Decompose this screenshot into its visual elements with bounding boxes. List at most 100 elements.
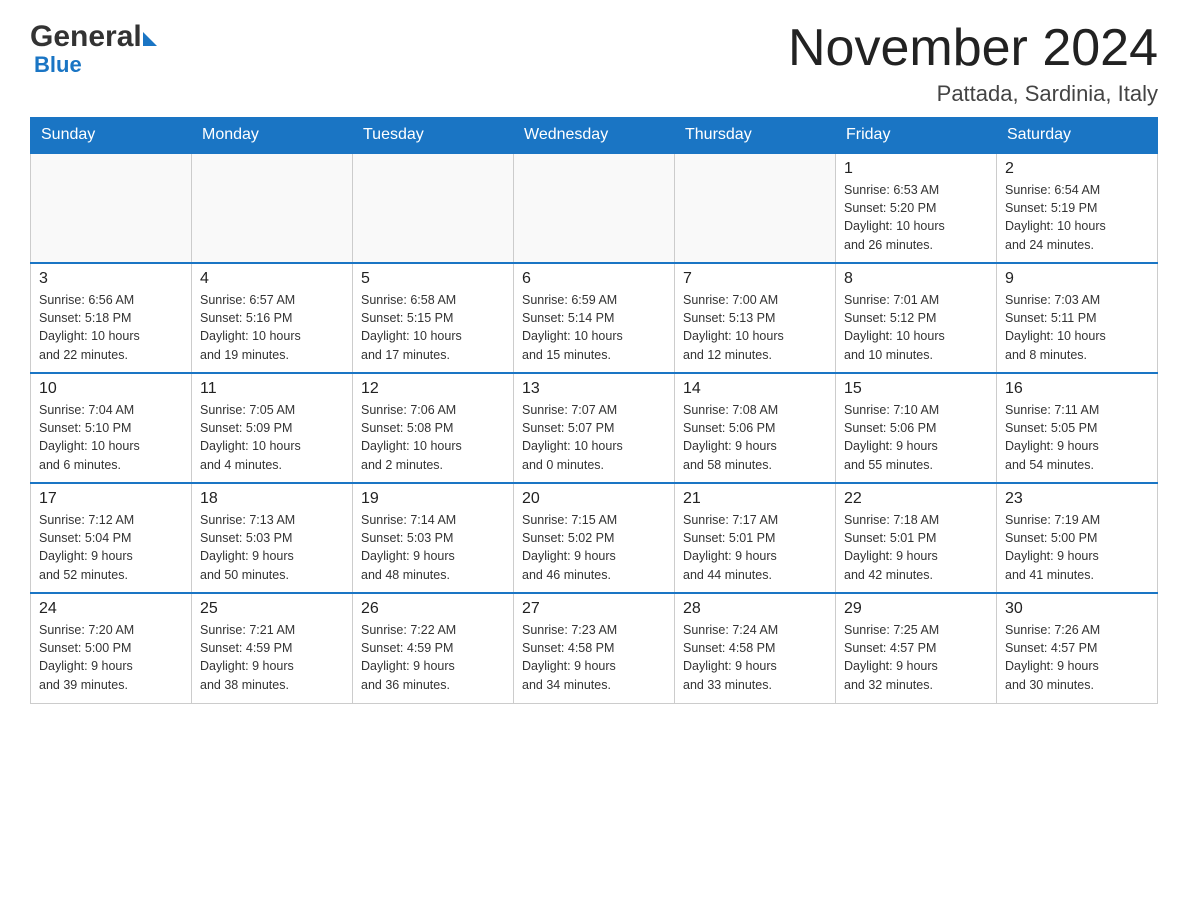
day-number: 16	[1005, 380, 1149, 398]
calendar-cell: 24 Sunrise: 7:20 AM Sunset: 5:00 PM Dayli…	[31, 593, 192, 703]
day-info: Sunrise: 6:54 AM Sunset: 5:19 PM Dayligh…	[1005, 181, 1149, 254]
day-info: Sunrise: 6:53 AM Sunset: 5:20 PM Dayligh…	[844, 181, 988, 254]
day-number: 26	[361, 600, 505, 618]
day-info: Sunrise: 7:10 AM Sunset: 5:06 PM Dayligh…	[844, 401, 988, 474]
calendar-cell: 16 Sunrise: 7:11 AM Sunset: 5:05 PM Dayli…	[997, 373, 1158, 483]
calendar-week-2: 3 Sunrise: 6:56 AM Sunset: 5:18 PM Daylig…	[31, 263, 1158, 373]
logo-blue-text: Blue	[30, 52, 82, 78]
calendar-cell: 30 Sunrise: 7:26 AM Sunset: 4:57 PM Dayli…	[997, 593, 1158, 703]
day-info: Sunrise: 6:57 AM Sunset: 5:16 PM Dayligh…	[200, 291, 344, 364]
day-number: 29	[844, 600, 988, 618]
day-number: 2	[1005, 160, 1149, 178]
calendar-cell: 25Sunrise: 7:21 AM Sunset: 4:59 PM Dayli…	[192, 593, 353, 703]
day-number: 3	[39, 270, 183, 288]
day-info: Sunrise: 7:00 AM Sunset: 5:13 PM Dayligh…	[683, 291, 827, 364]
day-info: Sunrise: 7:24 AM Sunset: 4:58 PM Dayligh…	[683, 621, 827, 694]
title-area: November 2024 Pattada, Sardinia, Italy	[788, 20, 1158, 107]
day-info: Sunrise: 7:21 AM Sunset: 4:59 PM Dayligh…	[200, 621, 344, 694]
calendar-cell: 27 Sunrise: 7:23 AM Sunset: 4:58 PM Dayli…	[514, 593, 675, 703]
day-number: 13	[522, 380, 666, 398]
day-info: Sunrise: 7:25 AM Sunset: 4:57 PM Dayligh…	[844, 621, 988, 694]
day-number: 9	[1005, 270, 1149, 288]
weekday-header-monday: Monday	[192, 118, 353, 154]
month-title: November 2024	[788, 20, 1158, 77]
calendar-cell: 1 Sunrise: 6:53 AM Sunset: 5:20 PM Daylig…	[836, 153, 997, 263]
day-info: Sunrise: 7:01 AM Sunset: 5:12 PM Dayligh…	[844, 291, 988, 364]
weekday-header-sunday: Sunday	[31, 118, 192, 154]
day-info: Sunrise: 7:05 AM Sunset: 5:09 PM Dayligh…	[200, 401, 344, 474]
calendar-cell: 4Sunrise: 6:57 AM Sunset: 5:16 PM Daylig…	[192, 263, 353, 373]
calendar-cell	[31, 153, 192, 263]
day-number: 27	[522, 600, 666, 618]
day-info: Sunrise: 6:59 AM Sunset: 5:14 PM Dayligh…	[522, 291, 666, 364]
day-number: 12	[361, 380, 505, 398]
calendar-cell: 15Sunrise: 7:10 AM Sunset: 5:06 PM Dayli…	[836, 373, 997, 483]
calendar-cell: 9 Sunrise: 7:03 AM Sunset: 5:11 PM Daylig…	[997, 263, 1158, 373]
day-number: 6	[522, 270, 666, 288]
day-info: Sunrise: 7:03 AM Sunset: 5:11 PM Dayligh…	[1005, 291, 1149, 364]
calendar-cell: 14 Sunrise: 7:08 AM Sunset: 5:06 PM Dayli…	[675, 373, 836, 483]
day-number: 10	[39, 380, 183, 398]
day-info: Sunrise: 6:58 AM Sunset: 5:15 PM Dayligh…	[361, 291, 505, 364]
day-info: Sunrise: 7:11 AM Sunset: 5:05 PM Dayligh…	[1005, 401, 1149, 474]
logo: General Blue	[30, 20, 157, 78]
day-info: Sunrise: 7:22 AM Sunset: 4:59 PM Dayligh…	[361, 621, 505, 694]
day-info: Sunrise: 7:26 AM Sunset: 4:57 PM Dayligh…	[1005, 621, 1149, 694]
calendar-cell: 22Sunrise: 7:18 AM Sunset: 5:01 PM Dayli…	[836, 483, 997, 593]
weekday-header-wednesday: Wednesday	[514, 118, 675, 154]
calendar-cell: 20Sunrise: 7:15 AM Sunset: 5:02 PM Dayli…	[514, 483, 675, 593]
calendar-cell: 3 Sunrise: 6:56 AM Sunset: 5:18 PM Daylig…	[31, 263, 192, 373]
day-number: 8	[844, 270, 988, 288]
calendar-table: SundayMondayTuesdayWednesdayThursdayFrid…	[30, 117, 1158, 704]
day-info: Sunrise: 7:04 AM Sunset: 5:10 PM Dayligh…	[39, 401, 183, 474]
calendar-cell: 11 Sunrise: 7:05 AM Sunset: 5:09 PM Dayli…	[192, 373, 353, 483]
calendar-week-5: 24 Sunrise: 7:20 AM Sunset: 5:00 PM Dayli…	[31, 593, 1158, 703]
calendar-week-3: 10 Sunrise: 7:04 AM Sunset: 5:10 PM Dayli…	[31, 373, 1158, 483]
calendar-cell	[353, 153, 514, 263]
day-number: 14	[683, 380, 827, 398]
location-subtitle: Pattada, Sardinia, Italy	[788, 81, 1158, 107]
logo-general-text: General	[30, 20, 142, 54]
day-number: 17	[39, 490, 183, 508]
day-number: 11	[200, 380, 344, 398]
day-number: 18	[200, 490, 344, 508]
day-info: Sunrise: 6:56 AM Sunset: 5:18 PM Dayligh…	[39, 291, 183, 364]
weekday-header-row: SundayMondayTuesdayWednesdayThursdayFrid…	[31, 118, 1158, 154]
calendar-cell: 21Sunrise: 7:17 AM Sunset: 5:01 PM Dayli…	[675, 483, 836, 593]
weekday-header-tuesday: Tuesday	[353, 118, 514, 154]
day-number: 30	[1005, 600, 1149, 618]
day-number: 24	[39, 600, 183, 618]
calendar-cell	[675, 153, 836, 263]
day-number: 1	[844, 160, 988, 178]
day-info: Sunrise: 7:08 AM Sunset: 5:06 PM Dayligh…	[683, 401, 827, 474]
day-info: Sunrise: 7:20 AM Sunset: 5:00 PM Dayligh…	[39, 621, 183, 694]
calendar-cell: 6 Sunrise: 6:59 AM Sunset: 5:14 PM Daylig…	[514, 263, 675, 373]
calendar-cell: 2 Sunrise: 6:54 AM Sunset: 5:19 PM Daylig…	[997, 153, 1158, 263]
day-info: Sunrise: 7:14 AM Sunset: 5:03 PM Dayligh…	[361, 511, 505, 584]
day-number: 23	[1005, 490, 1149, 508]
calendar-cell: 13 Sunrise: 7:07 AM Sunset: 5:07 PM Dayli…	[514, 373, 675, 483]
day-info: Sunrise: 7:06 AM Sunset: 5:08 PM Dayligh…	[361, 401, 505, 474]
calendar-cell: 5 Sunrise: 6:58 AM Sunset: 5:15 PM Daylig…	[353, 263, 514, 373]
day-info: Sunrise: 7:18 AM Sunset: 5:01 PM Dayligh…	[844, 511, 988, 584]
calendar-cell: 28Sunrise: 7:24 AM Sunset: 4:58 PM Dayli…	[675, 593, 836, 703]
day-number: 5	[361, 270, 505, 288]
calendar-cell: 17Sunrise: 7:12 AM Sunset: 5:04 PM Dayli…	[31, 483, 192, 593]
day-info: Sunrise: 7:13 AM Sunset: 5:03 PM Dayligh…	[200, 511, 344, 584]
calendar-cell	[514, 153, 675, 263]
day-number: 20	[522, 490, 666, 508]
day-info: Sunrise: 7:07 AM Sunset: 5:07 PM Dayligh…	[522, 401, 666, 474]
weekday-header-saturday: Saturday	[997, 118, 1158, 154]
calendar-cell: 23 Sunrise: 7:19 AM Sunset: 5:00 PM Dayli…	[997, 483, 1158, 593]
calendar-cell: 18 Sunrise: 7:13 AM Sunset: 5:03 PM Dayli…	[192, 483, 353, 593]
day-info: Sunrise: 7:23 AM Sunset: 4:58 PM Dayligh…	[522, 621, 666, 694]
day-number: 19	[361, 490, 505, 508]
calendar-cell: 7 Sunrise: 7:00 AM Sunset: 5:13 PM Daylig…	[675, 263, 836, 373]
day-number: 7	[683, 270, 827, 288]
calendar-cell: 29 Sunrise: 7:25 AM Sunset: 4:57 PM Dayli…	[836, 593, 997, 703]
calendar-cell: 12 Sunrise: 7:06 AM Sunset: 5:08 PM Dayli…	[353, 373, 514, 483]
day-info: Sunrise: 7:19 AM Sunset: 5:00 PM Dayligh…	[1005, 511, 1149, 584]
calendar-cell: 10 Sunrise: 7:04 AM Sunset: 5:10 PM Dayli…	[31, 373, 192, 483]
calendar-cell: 8 Sunrise: 7:01 AM Sunset: 5:12 PM Daylig…	[836, 263, 997, 373]
logo-arrow-icon	[143, 32, 157, 46]
